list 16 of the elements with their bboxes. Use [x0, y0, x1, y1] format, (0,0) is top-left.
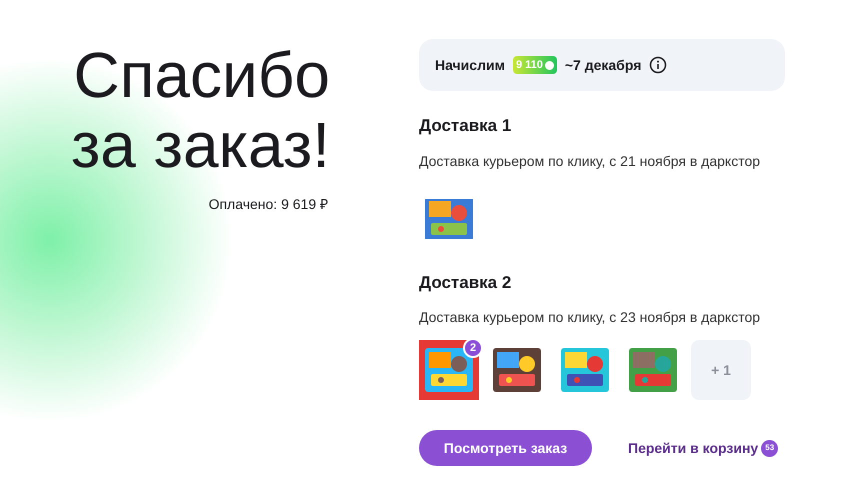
cart-count-badge: 53 — [761, 440, 778, 456]
cart-link[interactable]: Перейти в корзину 53 — [628, 438, 778, 458]
info-icon[interactable] — [649, 56, 668, 74]
delivery-title: Доставка 1 — [419, 115, 512, 137]
delivery-description: Доставка курьером по клику, с 23 ноября в даркстор — [419, 308, 762, 327]
bonus-amount: 9 110 — [512, 56, 557, 74]
view-order-button[interactable]: Посмотреть заказ — [419, 430, 592, 466]
bonus-label: Начислим — [435, 56, 505, 74]
delivery-title: Доставка 2 — [419, 272, 512, 294]
paid-amount: Оплачено: 9 619 ₽ — [208, 195, 328, 214]
delivery-description: Доставка курьером по клику, с 21 ноября в даркстор — [419, 152, 762, 171]
bonus-date: ~7 декабря — [564, 56, 642, 75]
quantity-badge: 2 — [463, 338, 483, 358]
thank-you-heading: Спасибо за заказ! — [70, 40, 330, 180]
more-items-button[interactable]: + 1 — [691, 340, 751, 400]
coin-icon — [544, 60, 554, 70]
